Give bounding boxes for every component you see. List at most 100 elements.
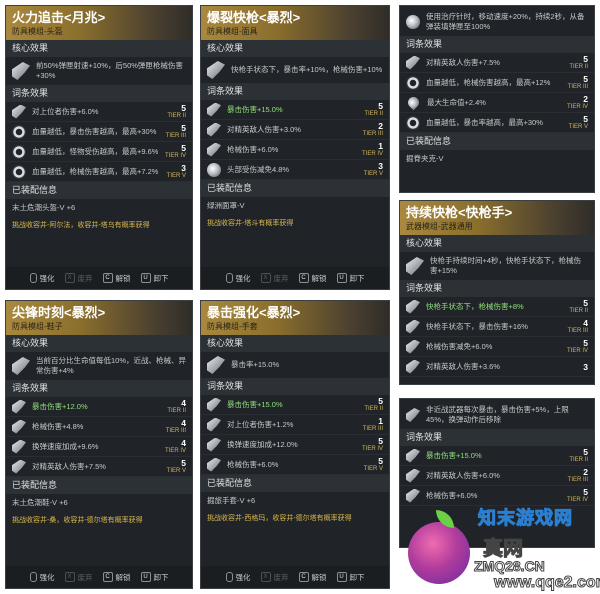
mod-card-burst-quickgun: 爆裂快枪<暴烈> 防具模组-面具 核心效果 快枪手状态下，暴击率+10%，枪械伤… [200, 5, 390, 290]
card-title-bar: 火力追击<月兆> 防具模组-头盔 [6, 6, 192, 40]
affix-row: 暴击伤害+12.0% 4 TIER II [6, 397, 192, 417]
affix-text: 对精英敌人伤害+7.5% [426, 58, 500, 67]
affix-row: 枪械伤害+4.8% 4 TIER III [6, 417, 192, 437]
unload-button[interactable]: U 卸下 [140, 273, 169, 284]
affix-effect-header: 词条效果 [201, 83, 389, 100]
tier-badge: 1 TIER III [362, 415, 383, 432]
affix-row: 对精英敌人伤害+7.5% 5 TIER V [6, 457, 192, 477]
tier-badge: 2 TIER III [362, 120, 383, 137]
tier-badge: 4 TIER IV [164, 437, 186, 454]
site-watermark: 知末游戏网 真网 ZMQ28.CN www.qqe2.com [408, 502, 600, 592]
equipped-info: 掘脊夹克-V [406, 154, 444, 163]
discard-button[interactable]: X 废弃 [64, 572, 93, 583]
affix-row: 血量越低，暴击伤害越高，最高+30% 5 TIER III [6, 122, 192, 142]
affix-effect-header: 词条效果 [400, 429, 594, 446]
affix-text: 枪械伤害+6.0% [227, 145, 279, 154]
card-title-bar: 暴击强化<暴烈> 防具模组-手套 [201, 301, 389, 335]
affix-text: 对上位者伤害+6.0% [32, 107, 99, 116]
affix-effect-header: 词条效果 [6, 85, 192, 102]
equipped-info: 末土危潮鞋-V +6 [12, 498, 68, 507]
affix-row: 血量越低，枪械伤害越高，最高+7.2% 3 TIER V [6, 162, 192, 182]
unload-button[interactable]: U 卸下 [336, 572, 365, 583]
ring-icon [406, 115, 420, 130]
discard-button[interactable]: X 废弃 [260, 572, 289, 583]
affix-effect-header: 词条效果 [201, 378, 389, 395]
affix-text: 最大生命值+2.4% [427, 98, 486, 107]
affix-text: 对精英敌人伤害+7.5% [32, 462, 106, 471]
head-icon [207, 162, 221, 177]
affix-row: 换弹速度加成+12.0% 5 TIER IV [201, 435, 389, 455]
tier-badge: 3 TIER V [166, 162, 186, 179]
core-effect-text: 使用治疗针时，移动速度+20%，持续2秒，从备弹装填弹匣至100% [426, 12, 585, 31]
affix-text: 枪械伤害+4.8% [32, 422, 84, 431]
affix-text: 暴击伤害+15.0% [227, 400, 283, 409]
mod-card-heal-speed: 使用治疗针时，移动速度+20%，持续2秒，从备弹装填弹匣至100% 词条效果 对… [399, 5, 595, 193]
action-bar: 强化 X 废弃 C 解锁 U 卸下 [201, 267, 389, 289]
unload-button[interactable]: U 卸下 [140, 572, 169, 583]
syringe-icon [406, 15, 420, 29]
affix-row: 枪械伤害+6.0% 1 TIER IV [201, 140, 389, 160]
gun-icon [406, 359, 420, 374]
tier-badge: 3 TIER V [363, 160, 383, 177]
ring-icon [12, 164, 26, 179]
strengthen-button[interactable]: 强化 [29, 572, 55, 583]
tier-badge: 5 TIER V [568, 113, 588, 130]
gun-icon [406, 55, 420, 70]
strengthen-button[interactable]: 强化 [225, 572, 251, 583]
card-subtitle: 防具模组-头盔 [12, 27, 63, 36]
affix-effect-header: 词条效果 [400, 280, 594, 297]
unlock-button[interactable]: C 解锁 [102, 273, 131, 284]
affix-row: 暴击伤害+15.0% 5 TIER II [201, 395, 389, 415]
gun-icon [207, 457, 221, 472]
affix-text: 换弹速度加成+9.6% [32, 442, 99, 451]
unlock-button[interactable]: C 解锁 [102, 572, 131, 583]
tier-badge: 5 TIER II [569, 446, 588, 463]
tier-badge: 1 TIER IV [361, 140, 383, 157]
discard-button[interactable]: X 废弃 [260, 273, 289, 284]
unload-button[interactable]: U 卸下 [336, 273, 365, 284]
gun-icon [207, 142, 221, 157]
gun-icon [406, 488, 420, 503]
affix-row: 对上位者伤害+6.0% 5 TIER II [6, 102, 192, 122]
unlock-button[interactable]: C 解锁 [298, 273, 327, 284]
tier-badge: 4 TIER II [167, 397, 186, 414]
strengthen-button[interactable]: 强化 [29, 273, 55, 284]
tier-badge: 5 TIER V [363, 455, 383, 472]
crit-icon [207, 397, 221, 412]
affix-row: 快枪手状态下，暴击伤害+16% 4 TIER III [400, 317, 594, 337]
affix-text: 血量越低，怪物受伤越高，最高+9.6% [32, 147, 158, 156]
action-bar: 强化 X 废弃 C 解锁 U 卸下 [6, 267, 192, 289]
affix-text: 血量越低，暴击率越高，最高+30% [426, 118, 543, 127]
unlock-button[interactable]: C 解锁 [298, 572, 327, 583]
affix-text: 枪械伤害+6.0% [426, 491, 478, 500]
watermark-brand: 真网 [483, 538, 524, 561]
core-effect-text: 快枪手状态下，暴击率+10%，枪械伤害+10% [231, 65, 383, 74]
card-title-bar: 爆裂快枪<暴烈> 防具模组-面具 [201, 6, 389, 40]
mouse-icon [29, 572, 37, 582]
equipped-header: 已装配信息 [6, 182, 192, 199]
gun-icon [207, 61, 225, 79]
mouse-icon [225, 273, 233, 283]
affix-text: 对精英敌人伤害+6.0% [426, 471, 500, 480]
card-title: 尖锋时刻<暴烈> [12, 305, 106, 320]
core-effect-text: 当前百分比生命值每低10%，近战、枪械、异常伤害+4% [36, 356, 187, 375]
affix-effect-header: 词条效果 [6, 380, 192, 397]
tier-badge: 4 TIER III [567, 317, 588, 334]
core-effect: 当前百分比生命值每低10%，近战、枪械、异常伤害+4% [6, 352, 192, 380]
mouse-icon [225, 572, 233, 582]
strengthen-button[interactable]: 强化 [225, 273, 251, 284]
affix-text: 枪械伤害减免+6.0% [426, 342, 493, 351]
affix-row: 血量越低，暴击率越高，最高+30% 5 TIER V [400, 113, 594, 133]
affix-text: 暴击伤害+15.0% [426, 451, 482, 460]
affix-text: 暴击伤害+12.0% [32, 402, 88, 411]
crit-icon [12, 399, 26, 414]
affix-text: 对精英敌人伤害+3.6% [426, 362, 500, 371]
discard-button[interactable]: X 废弃 [64, 273, 93, 284]
equipped-header: 已装配信息 [6, 477, 192, 494]
affix-row: 最大生命值+2.4% 2 TIER IV [400, 93, 594, 113]
affix-effect-header: 词条效果 [400, 36, 594, 53]
card-subtitle: 防具模组-手套 [207, 322, 258, 331]
action-bar: 强化 X 废弃 C 解锁 U 卸下 [6, 566, 192, 588]
card-title: 爆裂快枪<暴烈> [207, 10, 301, 25]
obtain-info: 挑战收容井-阿尔法，收容井-塔乌有概率获得 [12, 222, 150, 229]
